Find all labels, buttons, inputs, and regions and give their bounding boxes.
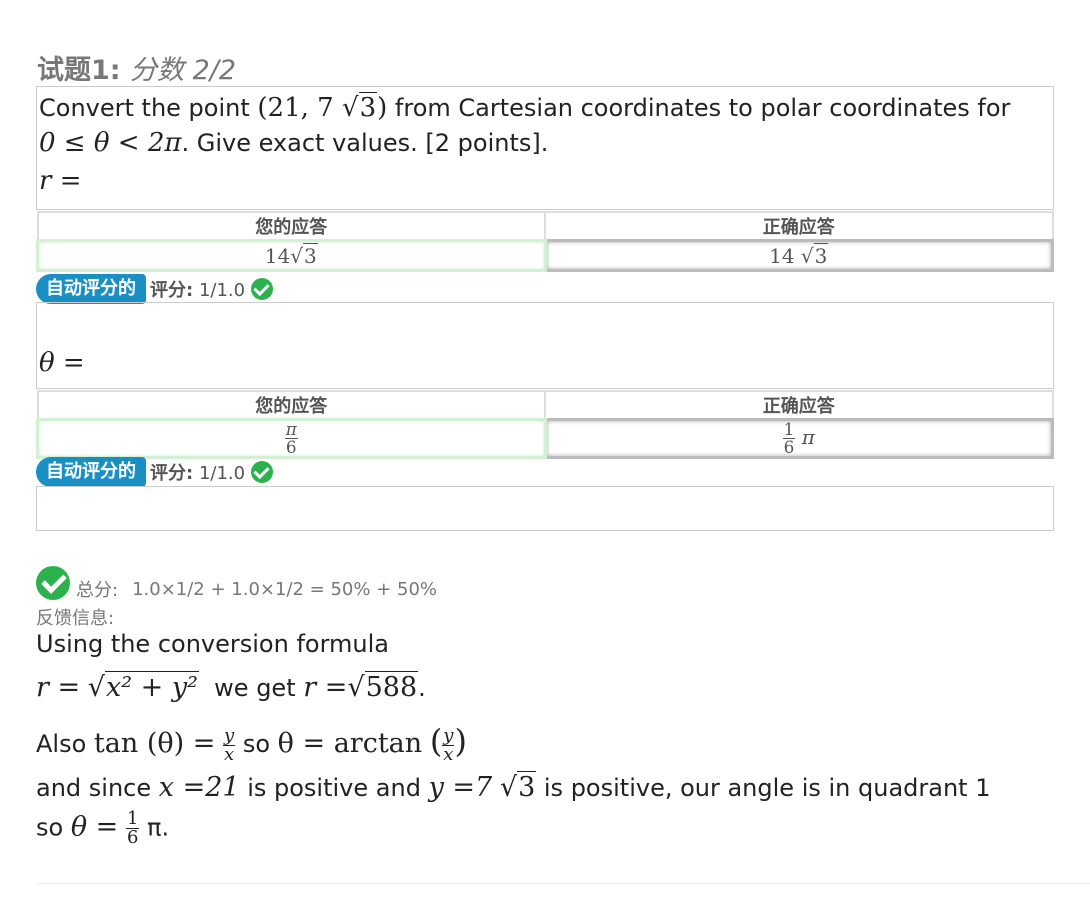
score-value: 1/1.0: [198, 280, 246, 301]
question-title: 试题1: 分数 2/2: [37, 48, 236, 87]
y-over-x-fraction: yx: [223, 724, 236, 765]
answer-table-theta: 您的应答 正确应答 π6 16 π: [36, 390, 1054, 459]
formula-radicand: x² + y²: [104, 671, 199, 703]
header-your-answer: 您的应答: [36, 390, 546, 421]
sqrt-symbol: √x² + y²: [87, 671, 199, 703]
fraction-denominator: 6: [285, 436, 297, 457]
your-answer-r-rad: 3: [302, 242, 318, 268]
divider: [36, 883, 1090, 884]
feedback-text: so: [36, 813, 64, 842]
result-lhs: r =: [303, 672, 348, 703]
total-value: 1.0×1/2 + 1.0×1/2 = 50% + 50%: [132, 578, 438, 600]
check-circle-icon: [36, 566, 70, 600]
fraction-denominator: x: [443, 743, 454, 765]
formula-lhs: r =: [36, 672, 81, 703]
score-label: 评分:: [150, 463, 194, 484]
arctan-expression: θ = arctan: [277, 728, 423, 759]
autograde-line-r: 自动评分的 评分: 1/1.0: [36, 273, 274, 305]
y-over-x-fraction: yx: [442, 724, 455, 765]
score-label: 评分:: [150, 280, 194, 301]
feedback-text: is positive, our angle is in quadrant 1: [543, 774, 991, 802]
feedback-line-3: Also tan (θ) = yx so θ = arctan (y x): [36, 722, 467, 765]
autograde-badge: 自动评分的: [36, 457, 146, 487]
sqrt-symbol: √3: [800, 242, 829, 268]
correct-answer-theta: 16 π: [543, 418, 1054, 459]
autograde-badge: 自动评分的: [36, 274, 146, 304]
correct-answer-r: 14 √3: [543, 239, 1054, 272]
correct-answer-fraction: 16: [782, 421, 796, 457]
theta-range: 0 ≤ θ < 2π: [39, 128, 182, 158]
header-your-answer: 您的应答: [36, 211, 546, 242]
point-y-rad: 3: [358, 92, 378, 123]
answer-table-r: 您的应答 正确应答 14√3 14 √3: [36, 211, 1054, 272]
header-correct-answer: 正确应答: [544, 211, 1054, 242]
pi-symbol: π.: [147, 813, 170, 842]
sqrt-symbol: √3: [290, 242, 318, 268]
feedback-text: we get: [214, 674, 296, 702]
your-answer-fraction: π6: [284, 421, 298, 457]
r-label: r =: [39, 166, 82, 196]
feedback-line-5: so θ = 16 π.: [36, 810, 169, 847]
y-radicand: 3: [517, 771, 537, 803]
question-text-part1: Convert the point: [39, 94, 250, 122]
correct-answer-r-rad: 3: [813, 242, 829, 268]
correct-answer-r-coef: 14: [769, 243, 795, 268]
pi-symbol: π: [801, 424, 815, 449]
your-answer-r: 14√3: [36, 239, 547, 272]
point-y-coef: 7: [317, 93, 334, 123]
result-radicand: 588: [364, 671, 419, 703]
feedback-text: Also: [36, 730, 87, 758]
feedback-label: 反馈信息:: [36, 608, 115, 629]
sqrt-symbol: √3: [341, 92, 378, 123]
fraction-numerator: y: [223, 724, 236, 746]
sqrt-symbol: √588: [347, 671, 419, 703]
theta-label: θ =: [39, 348, 85, 378]
your-answer-theta: π6: [36, 418, 547, 459]
feedback-line-2: r = √x² + y² we get r =√588.: [36, 671, 426, 703]
check-icon: [251, 461, 274, 483]
question-box: Convert the point (21, 7 √3) from Cartes…: [36, 86, 1054, 210]
theta-equals: θ =: [70, 811, 119, 843]
feedback-text: is positive and: [247, 774, 421, 802]
question-text-part3: . Give exact values. [2 points].: [181, 129, 549, 157]
header-correct-answer: 正确应答: [544, 390, 1054, 421]
feedback-text: and since: [36, 774, 152, 802]
tan-expression: tan (θ) =: [93, 728, 216, 759]
check-icon: [251, 278, 274, 300]
your-answer-r-coef: 14: [264, 243, 291, 268]
feedback-text: so: [242, 730, 271, 758]
question-number: 试题1:: [37, 55, 121, 86]
autograde-line-theta: 自动评分的 评分: 1/1.0: [36, 456, 274, 488]
theta-box: θ =: [36, 302, 1054, 389]
fraction-denominator: 6: [783, 436, 795, 457]
point-x: 21: [267, 93, 301, 123]
x-value: x =21: [158, 772, 240, 803]
feedback-line-4: and since x =21 is positive and y =7 √3 …: [36, 771, 991, 803]
y-value: y =7: [428, 772, 493, 803]
question-text: Convert the point (21, 7 √3) from Cartes…: [39, 91, 1010, 161]
sqrt-symbol: √3: [499, 771, 537, 803]
question-score: 分数 2/2: [130, 55, 237, 86]
one-sixth-fraction: 16: [125, 810, 140, 848]
autograde-score: 评分: 1/1.0: [150, 459, 245, 485]
total-score: 总分: 1.0×1/2 + 1.0×1/2 = 50% + 50%: [36, 564, 437, 602]
score-value: 1/1.0: [198, 463, 246, 484]
feedback-line-1: Using the conversion formula: [36, 630, 389, 658]
period: .: [418, 674, 426, 702]
fraction-numerator: y: [442, 724, 455, 746]
fraction-denominator: 6: [126, 827, 139, 848]
point-coordinates: (21, 7 √3): [257, 92, 388, 123]
empty-response-box: [36, 486, 1054, 531]
question-text-part2: from Cartesian coordinates to polar coor…: [394, 94, 1011, 122]
autograde-score: 评分: 1/1.0: [150, 276, 245, 302]
total-label: 总分:: [76, 580, 119, 601]
fraction-denominator: x: [224, 743, 235, 765]
